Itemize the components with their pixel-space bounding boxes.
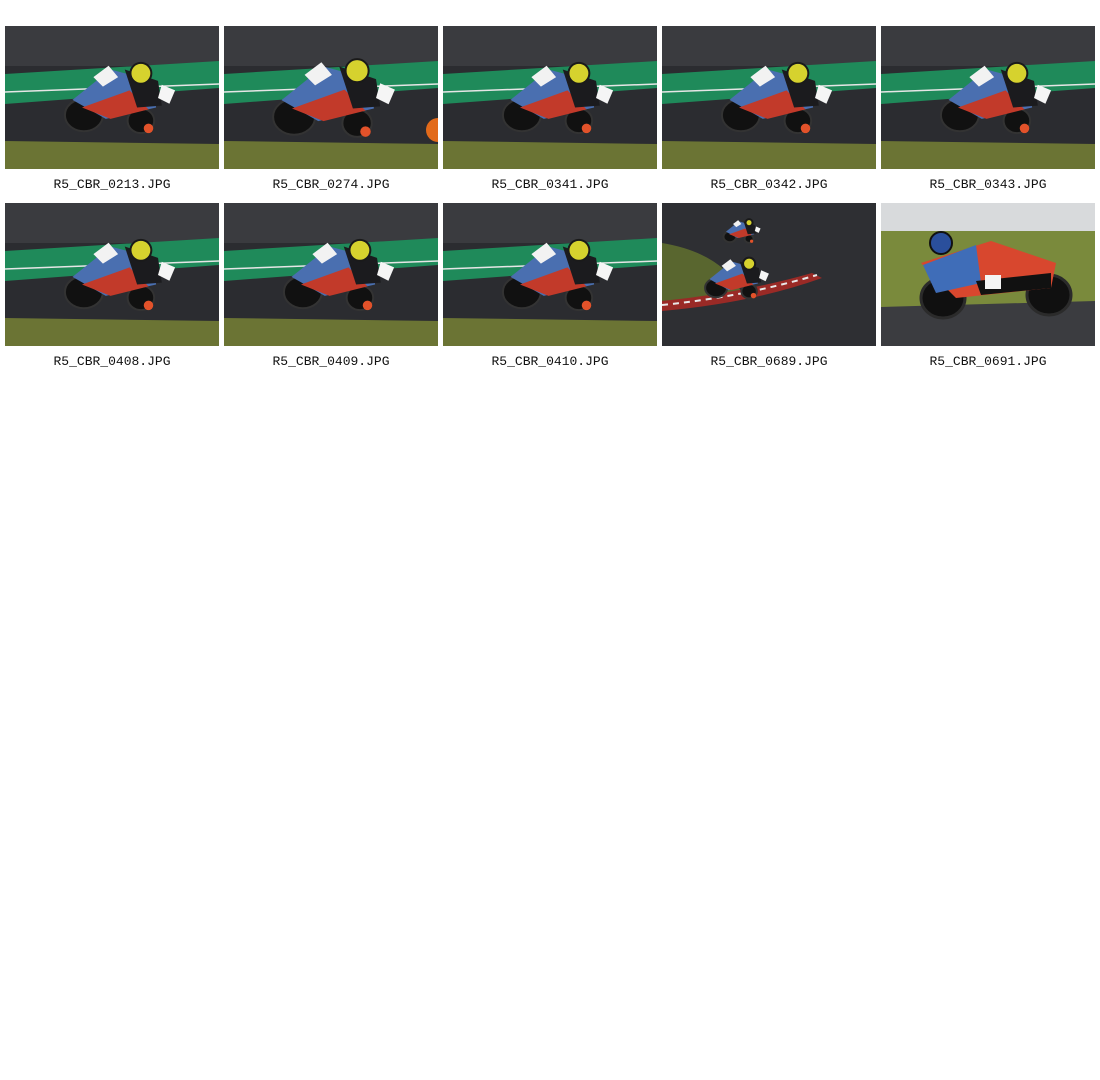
motorcycle-photo xyxy=(224,203,438,346)
thumbnail-item[interactable]: R5_CBR_0689.JPG xyxy=(662,203,876,369)
photo-thumbnail[interactable] xyxy=(224,203,438,346)
thumbnail-filename[interactable]: R5_CBR_0409.JPG xyxy=(272,354,389,369)
motorcycle-photo xyxy=(881,26,1095,169)
photo-thumbnail[interactable] xyxy=(224,26,438,169)
thumbnail-filename[interactable]: R5_CBR_0691.JPG xyxy=(929,354,1046,369)
photo-thumbnail[interactable] xyxy=(662,203,876,346)
motorcycle-photo xyxy=(662,203,876,346)
motorcycle-photo xyxy=(224,26,438,169)
motorcycle-photo xyxy=(881,203,1095,346)
thumbnail-item[interactable]: R5_CBR_0342.JPG xyxy=(662,26,876,192)
thumbnail-item[interactable]: R5_CBR_0274.JPG xyxy=(224,26,438,192)
motorcycle-photo xyxy=(5,203,219,346)
thumbnail-item[interactable]: R5_CBR_0341.JPG xyxy=(443,26,657,192)
thumbnail-filename[interactable]: R5_CBR_0341.JPG xyxy=(491,177,608,192)
thumbnail-filename[interactable]: R5_CBR_0410.JPG xyxy=(491,354,608,369)
motorcycle-photo xyxy=(5,26,219,169)
thumbnail-filename[interactable]: R5_CBR_0274.JPG xyxy=(272,177,389,192)
thumbnail-item[interactable]: R5_CBR_0410.JPG xyxy=(443,203,657,369)
thumbnail-gallery: R5_CBR_0213.JPG R5_CBR_0274.JPG R5_CBR_0… xyxy=(5,26,1096,369)
thumbnail-item[interactable]: R5_CBR_0408.JPG xyxy=(5,203,219,369)
thumbnail-item[interactable]: R5_CBR_0691.JPG xyxy=(881,203,1095,369)
thumbnail-filename[interactable]: R5_CBR_0689.JPG xyxy=(710,354,827,369)
thumbnail-filename[interactable]: R5_CBR_0213.JPG xyxy=(53,177,170,192)
motorcycle-photo xyxy=(662,26,876,169)
thumbnail-filename[interactable]: R5_CBR_0408.JPG xyxy=(53,354,170,369)
photo-thumbnail[interactable] xyxy=(5,26,219,169)
thumbnail-filename[interactable]: R5_CBR_0343.JPG xyxy=(929,177,1046,192)
motorcycle-photo xyxy=(443,26,657,169)
photo-thumbnail[interactable] xyxy=(5,203,219,346)
photo-thumbnail[interactable] xyxy=(881,203,1095,346)
thumbnail-item[interactable]: R5_CBR_0213.JPG xyxy=(5,26,219,192)
thumbnail-item[interactable]: R5_CBR_0409.JPG xyxy=(224,203,438,369)
photo-thumbnail[interactable] xyxy=(881,26,1095,169)
motorcycle-photo xyxy=(443,203,657,346)
thumbnail-item[interactable]: R5_CBR_0343.JPG xyxy=(881,26,1095,192)
photo-thumbnail[interactable] xyxy=(443,26,657,169)
photo-thumbnail[interactable] xyxy=(662,26,876,169)
photo-thumbnail[interactable] xyxy=(443,203,657,346)
thumbnail-filename[interactable]: R5_CBR_0342.JPG xyxy=(710,177,827,192)
